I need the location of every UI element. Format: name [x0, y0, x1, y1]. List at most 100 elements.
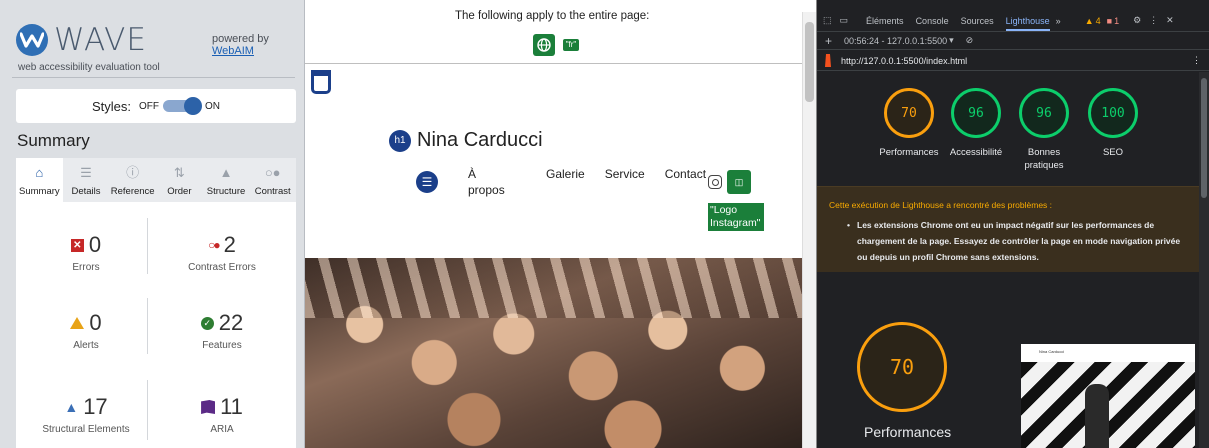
gauge-accessibility[interactable]: 96 Accessibilité	[938, 88, 1014, 159]
powered-by: powered by WebAIM	[212, 33, 269, 57]
tab-sources[interactable]: Sources	[961, 16, 994, 26]
close-icon[interactable]: ✕	[1166, 15, 1174, 26]
gauge-performance[interactable]: 70 Performances	[871, 88, 947, 159]
webaim-link[interactable]: WebAIM	[212, 45, 269, 57]
alerts-label: Alerts	[73, 340, 99, 351]
hero-image-overlay	[305, 258, 802, 318]
contrast-icon: ○●	[264, 165, 281, 180]
gauge-label: Performances	[879, 147, 939, 158]
gauge-best-practices[interactable]: 96 Bonnes pratiques	[1006, 88, 1082, 172]
features-count: 22	[218, 310, 244, 335]
styles-toggle[interactable]	[163, 97, 202, 115]
powered-by-text: powered by	[212, 33, 269, 45]
tab-console[interactable]: Console	[916, 16, 949, 26]
wave-panel: WAVE web accessibility evaluation tool p…	[0, 0, 305, 448]
page-screenshot-thumbnail: Nina Carducci	[1021, 344, 1195, 448]
chevron-down-icon: ▾	[949, 35, 954, 45]
tab-contrast[interactable]: ○● Contrast	[249, 158, 296, 202]
tab-label: Summary	[19, 186, 60, 197]
warning-box: Cette exécution de Lighthouse a rencontr…	[817, 186, 1203, 272]
wave-logo[interactable]: WAVE	[16, 22, 147, 58]
gauge-label: SEO	[1102, 147, 1124, 158]
report-scrollbar[interactable]	[1199, 72, 1209, 448]
tab-reference[interactable]: ⓘ Reference	[109, 158, 156, 202]
stat-errors[interactable]: ✕ 0 Errors	[16, 232, 156, 273]
tab-label: Contrast	[254, 186, 291, 197]
add-icon[interactable]: +	[825, 34, 832, 48]
tab-order[interactable]: ⇅ Order	[156, 158, 203, 202]
nav-item-service[interactable]: Service	[605, 166, 645, 182]
summary-card: ✕ 0 Errors ○● 2 Contrast Errors 0 Alerts ✓…	[16, 202, 296, 448]
tab-label: Structure	[206, 186, 246, 197]
more-menu-icon[interactable]: ⋮	[1149, 15, 1158, 26]
tab-label: Details	[71, 186, 101, 197]
report-menu-icon[interactable]: ⋮	[1192, 55, 1201, 66]
header-landmark-icon[interactable]	[311, 70, 331, 94]
big-performance-label: Performances	[864, 424, 952, 440]
stat-aria[interactable]: 11 ARIA	[152, 394, 292, 435]
wave-tabs: ⌂ Summary ☰ Details ⓘ Reference ⇅ Order …	[16, 158, 296, 202]
contrast-errors-label: Contrast Errors	[188, 262, 256, 273]
tab-details[interactable]: ☰ Details	[63, 158, 110, 202]
stat-alerts[interactable]: 0 Alerts	[16, 310, 156, 351]
error-icon[interactable]: ■	[1107, 16, 1112, 26]
scroll-thumb[interactable]	[1201, 78, 1207, 198]
nav-item-contact[interactable]: Contact	[665, 166, 706, 182]
h1-icon[interactable]: h1	[389, 129, 411, 152]
big-performance-gauge: 70	[857, 322, 947, 412]
url-bar: http://127.0.0.1:5500/index.html ⋮	[817, 51, 1209, 71]
structure-icon: ▲	[219, 165, 233, 180]
settings-icon[interactable]: ⚙	[1133, 15, 1141, 26]
contrast-error-icon: ○●	[208, 238, 221, 252]
gauge-seo[interactable]: 100 SEO	[1075, 88, 1151, 159]
summary-title: Summary	[17, 131, 90, 150]
device-icon[interactable]: ▭	[840, 15, 849, 26]
warning-count: 4	[1095, 15, 1101, 26]
site-nav: ☰ À propos Galerie Service Contact	[416, 166, 706, 198]
styles-on-label: ON	[205, 100, 220, 112]
logo-alt-text: "Logo Instagram"	[708, 203, 764, 231]
gauge-label: Accessibilité	[949, 147, 1003, 158]
nav-item-galerie[interactable]: Galerie	[546, 166, 585, 182]
structural-count: 17	[83, 394, 108, 419]
lighthouse-toolbar: + 00:56:24 - 127.0.0.1:5500 ▾ ⊘	[817, 32, 1209, 50]
contrast-errors-count: 2	[223, 232, 236, 257]
wave-logo-icon	[16, 24, 48, 56]
page-notice: The following apply to the entire page:	[455, 10, 650, 22]
home-icon: ⌂	[35, 165, 44, 180]
wave-subtitle: web accessibility evaluation tool	[18, 62, 160, 73]
instagram-icon[interactable]	[708, 175, 722, 189]
inspect-icon[interactable]: ⬚	[823, 15, 832, 26]
error-icon: ✕	[70, 238, 84, 252]
alt-text-icon[interactable]: ◫	[727, 170, 751, 194]
errors-label: Errors	[72, 262, 100, 273]
more-tabs-icon[interactable]: »	[1056, 16, 1061, 26]
tab-lighthouse[interactable]: Lighthouse	[1005, 16, 1050, 31]
report-url[interactable]: http://127.0.0.1:5500/index.html	[841, 56, 967, 66]
lang-badge[interactable]: "fr"	[563, 39, 579, 51]
list-icon[interactable]: ☰	[416, 171, 438, 193]
tab-structure[interactable]: ▲ Structure	[203, 158, 250, 202]
stat-contrast-errors[interactable]: ○● 2 Contrast Errors	[152, 232, 292, 273]
nav-item-a-propos[interactable]: À propos	[468, 166, 508, 198]
tab-summary[interactable]: ⌂ Summary	[16, 158, 63, 202]
scroll-thumb[interactable]	[805, 22, 814, 102]
social-links: ◫	[708, 170, 751, 194]
check-icon: ✓	[200, 316, 214, 330]
alerts-count: 0	[89, 310, 102, 335]
stat-structural[interactable]: ▲ 17 Structural Elements	[16, 394, 156, 435]
page-preview: The following apply to the entire page: …	[305, 0, 817, 448]
tab-elements[interactable]: Éléments	[866, 16, 904, 26]
warning-icon[interactable]: ▲	[1085, 16, 1094, 26]
thumbnail-person	[1085, 384, 1109, 448]
thumbnail-title: Nina Carducci	[1039, 349, 1065, 354]
stat-features[interactable]: ✓ 22 Features	[152, 310, 292, 351]
styles-label: Styles:	[91, 98, 131, 114]
language-globe-icon[interactable]	[533, 34, 555, 56]
session-select[interactable]: 00:56:24 - 127.0.0.1:5500	[844, 36, 947, 46]
clear-icon[interactable]: ⊘	[966, 35, 974, 46]
structure-icon: ▲	[64, 399, 79, 415]
preview-scrollbar[interactable]	[802, 12, 816, 448]
divider	[305, 63, 802, 64]
error-count: 1	[1114, 15, 1120, 26]
